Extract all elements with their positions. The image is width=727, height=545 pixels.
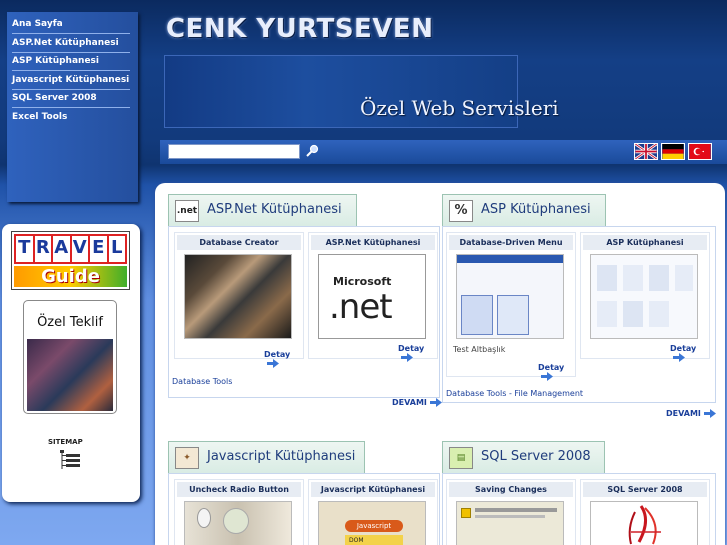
more-link-aspnet[interactable]: DEVAMI [392,398,442,407]
card-aspnet-library: ASP.Net Kütüphanesi Microsoft .net Detay [308,232,438,362]
net-logo-text: .net [329,287,393,327]
english-flag[interactable] [634,143,658,160]
nav-item-aspnet[interactable]: ASP.Net Kütüphanesi [12,34,130,53]
arrow-right-icon [267,359,279,368]
card-saving-changes: Saving Changes [446,479,576,545]
js-banner: Javascript [345,520,403,532]
travel-letter: L [108,236,125,262]
sitemap-icon[interactable] [58,448,82,472]
js-dom-label: DOM [345,535,403,545]
section-title: ASP.Net Kütüphanesi [207,202,342,217]
card-thumbnail[interactable] [590,254,698,339]
more-link-asp[interactable]: DEVAMI [666,409,716,418]
card-thumbnail[interactable] [184,501,292,545]
arrow-right-icon [401,353,413,362]
section-title: SQL Server 2008 [481,449,591,464]
card-title[interactable]: Database Creator [177,235,301,250]
travel-letter: T [16,236,33,262]
detail-link[interactable]: Detay [670,344,709,362]
card-thumbnail[interactable] [456,501,564,545]
sql-server-logo [628,505,661,545]
main-nav: Ana Sayfa ASP.Net Kütüphanesi ASP Kütüph… [7,12,138,202]
detail-label: Detay [670,344,697,353]
section-title: ASP Kütüphanesi [481,202,591,217]
more-label: DEVAMI [392,398,427,407]
german-flag[interactable] [661,143,685,160]
detail-link[interactable]: Detay [398,344,437,362]
card-asp-library: ASP Kütüphanesi Detay [580,232,710,362]
arrow-right-icon [703,409,716,418]
card-thumbnail[interactable] [590,501,698,545]
card-subtitle: Test Altbaşlık [453,345,506,354]
nav-item-excel-tools[interactable]: Excel Tools [12,108,130,127]
sitemap-label[interactable]: SITEMAP [48,438,83,446]
javascript-icon: ✦ [175,447,199,469]
special-offer-banner[interactable]: Özel Teklif [23,300,117,414]
nav-item-sql-server[interactable]: SQL Server 2008 [12,89,130,108]
special-offer-image [27,339,113,411]
card-database-driven-menu: Database-Driven Menu Test Altbaşlık Deta… [446,232,576,381]
special-offer-title: Özel Teklif [37,315,103,330]
section-tab-aspnet[interactable]: .net ASP.Net Kütüphanesi [168,194,357,226]
card-title[interactable]: Saving Changes [449,482,573,497]
card-title[interactable]: Uncheck Radio Button [177,482,301,497]
sql-icon: ▤ [449,447,473,469]
section-title: Javascript Kütüphanesi [207,449,356,464]
percent-icon: % [449,200,473,222]
section-tab-asp[interactable]: % ASP Kütüphanesi [442,194,606,226]
section-tab-sql[interactable]: ▤ SQL Server 2008 [442,441,605,473]
more-label: DEVAMI [666,409,701,418]
card-title[interactable]: SQL Server 2008 [583,482,707,497]
detail-label: Detay [264,350,291,359]
arrow-right-icon [673,353,685,362]
card-sql-server-2008: SQL Server 2008 [580,479,710,545]
site-title: CENK YURTSEVEN [166,14,434,44]
net-icon: .net [175,200,199,222]
search-icon[interactable] [305,144,319,158]
card-title[interactable]: Database-Driven Menu [449,235,573,250]
arrow-right-icon [541,372,553,381]
detail-label: Detay [398,344,425,353]
travel-letter: A [53,236,70,262]
card-title[interactable]: ASP.Net Kütüphanesi [311,235,435,250]
detail-label: Detay [538,363,565,372]
section-tab-javascript[interactable]: ✦ Javascript Kütüphanesi [168,441,365,473]
nav-item-asp[interactable]: ASP Kütüphanesi [12,52,130,71]
section-caption[interactable]: Database Tools - File Management [446,389,583,398]
travel-logo-letters: T R A V E L [14,234,127,264]
travel-guide-label: Guide [14,266,127,287]
detail-link[interactable]: Detay [538,363,575,381]
card-thumbnail[interactable] [456,254,564,339]
card-database-creator: Database Creator Detay [174,232,304,368]
card-title[interactable]: ASP Kütüphanesi [583,235,707,250]
detail-link[interactable]: Detay [264,350,303,368]
search-input[interactable] [168,144,300,159]
card-title[interactable]: Javascript Kütüphanesi [311,482,435,497]
nav-item-ana-sayfa[interactable]: Ana Sayfa [12,15,130,34]
turkish-flag[interactable] [688,143,712,160]
travel-letter: R [34,236,51,262]
card-thumbnail[interactable] [184,254,292,339]
site-subtitle: Özel Web Servisleri [360,96,559,120]
net-logo-thumbnail[interactable]: Microsoft .net [318,254,426,339]
card-thumbnail[interactable]: Javascript DOM [318,501,426,545]
travel-letter: E [90,236,107,262]
travel-letter: V [71,236,88,262]
nav-item-javascript[interactable]: Javascript Kütüphanesi [12,71,130,90]
card-javascript-library: Javascript Kütüphanesi Javascript DOM [308,479,438,545]
arrow-right-icon [429,398,442,407]
section-caption[interactable]: Database Tools [172,377,232,386]
card-uncheck-radio: Uncheck Radio Button [174,479,304,545]
travel-guide-banner[interactable]: T R A V E L Guide [11,231,130,290]
